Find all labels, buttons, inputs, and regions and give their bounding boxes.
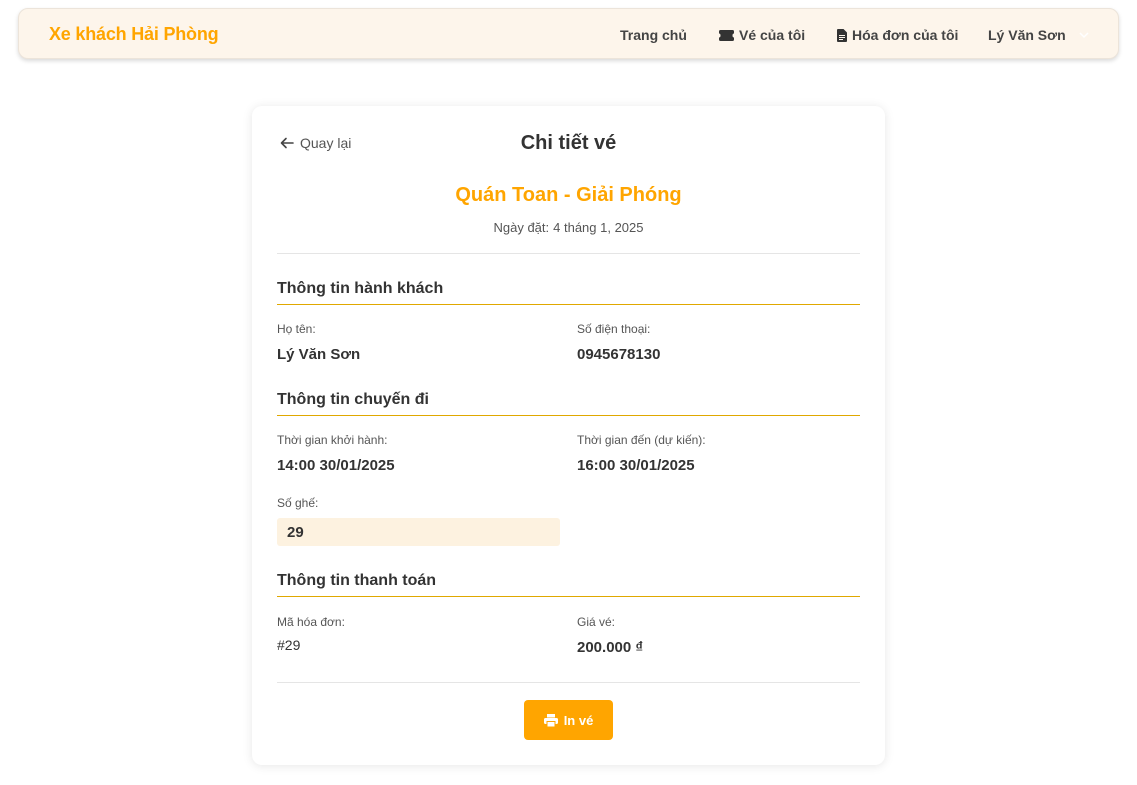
trip-section-title: Thông tin chuyến đi [277, 391, 860, 416]
print-ticket-label: In vé [563, 712, 594, 728]
ticket-detail-card: Quay lại Chi tiết vé Quán Toan - Giải Ph… [252, 106, 885, 765]
arrive-label: Thời gian đến (dự kiến): [577, 433, 706, 447]
divider [277, 682, 860, 683]
invoice-label: Mã hóa đơn: [277, 615, 345, 629]
nav-home-label: Trang chủ [620, 27, 687, 43]
depart-label: Thời gian khởi hành: [277, 433, 388, 447]
seat-number: 29 [277, 518, 560, 546]
payment-section-title: Thông tin thanh toán [277, 572, 860, 597]
passenger-phone: 0945678130 [577, 346, 661, 363]
passenger-name: Lý Văn Sơn [277, 346, 361, 363]
name-label: Họ tên: [277, 322, 316, 336]
invoice-id: #29 [277, 637, 301, 653]
print-ticket-button[interactable]: In vé [524, 700, 613, 740]
depart-time: 14:00 30/01/2025 [277, 457, 395, 474]
page-title: Chi tiết vé [520, 132, 617, 154]
seat-label: Số ghế: [277, 496, 319, 510]
booking-date-label: Ngày đặt: [493, 220, 550, 235]
nav-my-tickets-label: Vé của tôi [739, 27, 806, 43]
nav-home-link[interactable]: Trang chủ [620, 27, 687, 43]
passenger-section-title: Thông tin hành khách [277, 280, 860, 305]
user-name: Lý Văn Sơn [988, 27, 1066, 43]
navbar: Xe khách Hải Phòng Trang chủ Vé của tôi … [18, 8, 1119, 59]
nav-my-tickets-link[interactable]: Vé của tôi [719, 27, 805, 43]
phone-label: Số điện thoại: [577, 322, 651, 336]
nav-my-invoices-link[interactable]: Hóa đơn của tôi [837, 27, 958, 43]
chevron-down-icon [1077, 28, 1091, 42]
divider [277, 253, 860, 254]
booking-date-value: 4 tháng 1, 2025 [553, 220, 644, 235]
brand-logo[interactable]: Xe khách Hải Phòng [49, 24, 219, 45]
price-label: Giá vé: [577, 615, 616, 629]
nav-my-invoices-label: Hóa đơn của tôi [852, 27, 959, 43]
document-icon [837, 28, 847, 42]
user-menu-dropdown[interactable]: Lý Văn Sơn [988, 27, 1091, 43]
booking-date: Ngày đặt: 4 tháng 1, 2025 [252, 220, 885, 235]
arrive-time: 16:00 30/01/2025 [577, 457, 695, 474]
route-name: Quán Toan - Giải Phóng [455, 184, 682, 206]
ticket-price: 200.000 ₫ [577, 639, 644, 656]
ticket-icon [719, 29, 734, 41]
printer-icon [543, 713, 558, 727]
